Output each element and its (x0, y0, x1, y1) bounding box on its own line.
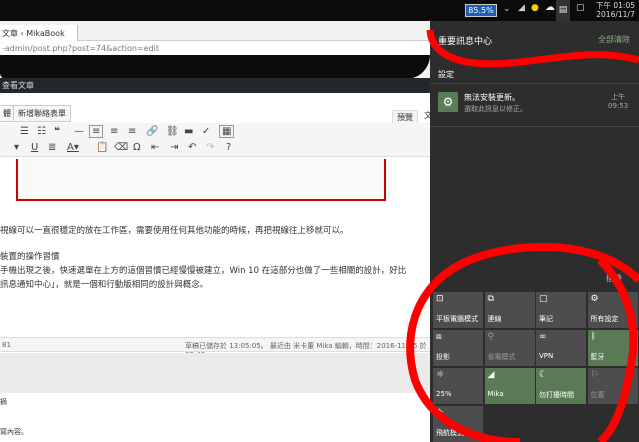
red-annotation-scribbles (406, 29, 639, 442)
